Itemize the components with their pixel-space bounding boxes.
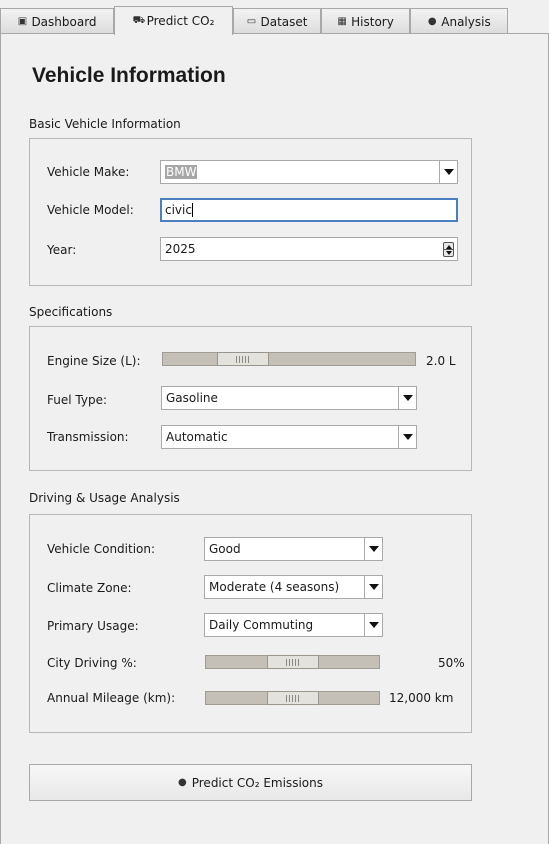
usage-dropdown-button[interactable] — [364, 614, 382, 636]
chevron-down-icon — [443, 169, 454, 175]
transmission-dropdown-button[interactable] — [398, 426, 416, 448]
vehicle-model-input[interactable]: civic — [160, 198, 458, 222]
year-spinner[interactable]: 2025 — [160, 237, 458, 261]
magnifier-icon: ● — [178, 777, 187, 788]
usage-label: Primary Usage: — [47, 619, 139, 633]
vehicle-condition-combo[interactable]: Good — [204, 537, 383, 561]
city-value: 50% — [438, 656, 465, 670]
climate-label: Climate Zone: — [47, 581, 132, 595]
slider-thumb[interactable] — [217, 352, 269, 366]
chevron-down-icon — [402, 395, 413, 401]
primary-usage-combo[interactable]: Daily Commuting — [204, 613, 383, 637]
city-label: City Driving %: — [47, 656, 137, 670]
engine-value: 2.0 L — [426, 354, 456, 368]
tab-bar: ▣ Dashboard ⛟ Predict CO₂ ▭ Dataset ▦ Hi… — [0, 0, 549, 35]
folder-icon: ▭ — [246, 16, 257, 27]
chevron-down-icon — [368, 584, 379, 590]
fuel-dropdown-button[interactable] — [398, 387, 416, 409]
tab-dataset[interactable]: ▭ Dataset — [233, 8, 321, 34]
transmission-value: Automatic — [166, 430, 228, 444]
condition-dropdown-button[interactable] — [364, 538, 382, 560]
vehicle-make-combo[interactable]: BMW — [160, 160, 458, 184]
year-value: 2025 — [165, 242, 196, 256]
climate-value: Moderate (4 seasons) — [209, 580, 340, 594]
car-icon: ⛟ — [132, 14, 146, 26]
calendar-icon: ▦ — [337, 16, 347, 27]
tab-history[interactable]: ▦ History — [321, 8, 410, 34]
usage-value: Daily Commuting — [209, 618, 314, 632]
city-driving-slider[interactable] — [205, 655, 380, 669]
predict-co2-button[interactable]: ● Predict CO₂ Emissions — [29, 764, 472, 801]
tab-label: Dashboard — [31, 14, 97, 29]
mileage-label: Annual Mileage (km): — [47, 691, 176, 705]
magnifier-icon: ● — [427, 16, 437, 27]
climate-dropdown-button[interactable] — [364, 576, 382, 598]
slider-thumb[interactable] — [267, 655, 319, 669]
model-value: civic — [165, 203, 192, 217]
section-title-driving: Driving & Usage Analysis — [29, 491, 180, 505]
section-title-basic: Basic Vehicle Information — [29, 117, 181, 131]
fuel-value: Gasoline — [166, 391, 218, 405]
condition-label: Vehicle Condition: — [47, 542, 156, 556]
section-title-specs: Specifications — [29, 305, 113, 319]
year-label: Year: — [47, 243, 77, 257]
fuel-label: Fuel Type: — [47, 393, 107, 407]
model-label: Vehicle Model: — [47, 203, 134, 217]
make-value: BMW — [165, 165, 198, 179]
engine-label: Engine Size (L): — [47, 354, 141, 368]
tab-analysis[interactable]: ● Analysis — [410, 8, 508, 34]
transmission-label: Transmission: — [47, 430, 129, 444]
engine-size-slider[interactable] — [162, 352, 416, 366]
chevron-down-icon — [368, 622, 379, 628]
driving-usage-group: Vehicle Condition: Good Climate Zone: Mo… — [29, 514, 472, 733]
transmission-combo[interactable]: Automatic — [161, 425, 417, 449]
basic-info-group: Vehicle Make: BMW Vehicle Model: civic Y… — [29, 138, 472, 286]
annual-mileage-slider[interactable] — [205, 691, 380, 705]
tab-label: History — [351, 14, 394, 29]
chevron-down-icon — [368, 546, 379, 552]
spinner-arrows-icon[interactable] — [443, 242, 454, 257]
make-dropdown-button[interactable] — [439, 161, 457, 183]
fuel-type-combo[interactable]: Gasoline — [161, 386, 417, 410]
make-label: Vehicle Make: — [47, 165, 130, 179]
page-title: Vehicle Information — [32, 64, 226, 87]
chevron-down-icon — [402, 434, 413, 440]
tab-label: Dataset — [260, 14, 308, 29]
slider-thumb[interactable] — [267, 691, 319, 705]
mileage-value: 12,000 km — [389, 691, 454, 705]
tab-dashboard[interactable]: ▣ Dashboard — [0, 8, 114, 34]
specifications-group: Engine Size (L): 2.0 L Fuel Type: Gasoli… — [29, 326, 472, 471]
condition-value: Good — [209, 542, 241, 556]
dashboard-icon: ▣ — [17, 16, 28, 27]
tab-label: Analysis — [441, 14, 491, 29]
text-cursor — [191, 203, 193, 217]
predict-button-label: Predict CO₂ Emissions — [191, 775, 323, 790]
tab-predict-co2[interactable]: ⛟ Predict CO₂ — [114, 6, 233, 35]
tab-label: Predict CO₂ — [146, 14, 215, 28]
climate-zone-combo[interactable]: Moderate (4 seasons) — [204, 575, 383, 599]
